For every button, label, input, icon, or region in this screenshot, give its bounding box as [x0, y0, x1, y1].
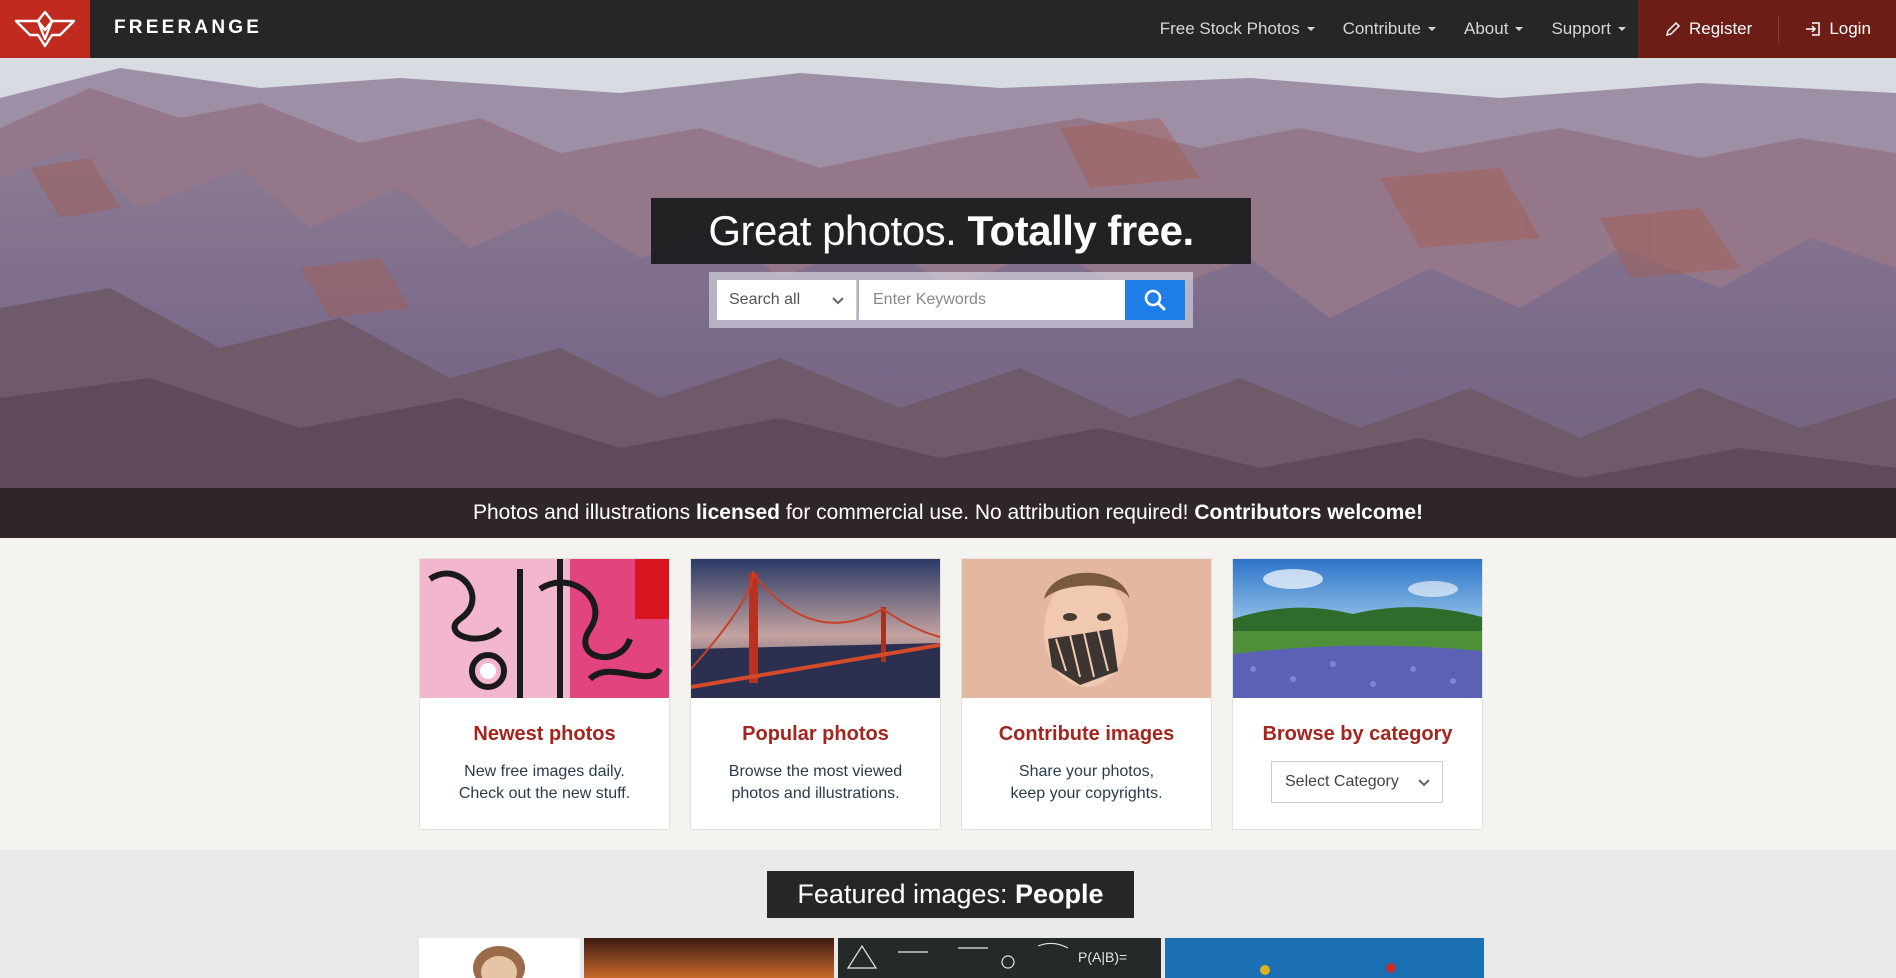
- card-line: keep your copyrights.: [1010, 785, 1163, 802]
- card-newest-photos[interactable]: Newest photos New free images daily. Che…: [419, 558, 670, 830]
- card-title[interactable]: Popular photos: [691, 723, 940, 746]
- headline-bold: Totally free.: [967, 207, 1195, 254]
- field-thumbnail[interactable]: [1233, 559, 1482, 698]
- blue-sky-people-image: [1165, 938, 1484, 978]
- card-browse-by-category[interactable]: Browse by category Select Category: [1232, 558, 1483, 830]
- card-description: Share your photos, keep your copyrights.: [962, 761, 1211, 805]
- account-divider: [1778, 15, 1780, 43]
- card-description: New free images daily. Check out the new…: [420, 761, 669, 805]
- featured-prefix: Featured images:: [797, 879, 1016, 909]
- feature-cards: Newest photos New free images daily. Che…: [419, 558, 1484, 830]
- register-link[interactable]: Register: [1665, 19, 1752, 39]
- svg-text:P(A|B)=: P(A|B)=: [1078, 949, 1127, 965]
- menu-label: Contribute: [1342, 19, 1422, 38]
- featured-image-2[interactable]: [584, 938, 834, 978]
- menu-label: Free Stock Photos: [1159, 19, 1300, 38]
- pencil-icon: [1665, 21, 1681, 37]
- chevron-down-icon: [1418, 779, 1430, 787]
- graffiti-image: [420, 559, 669, 698]
- caret-down-icon: [1306, 27, 1315, 31]
- search-button[interactable]: [1125, 280, 1185, 320]
- menu-label: Support: [1551, 19, 1611, 38]
- hero-headline: Great photos. Totally free.: [651, 198, 1251, 264]
- caret-down-icon: [1618, 27, 1626, 31]
- menu-contribute[interactable]: Contribute: [1342, 19, 1437, 39]
- featured-image-4[interactable]: [1165, 938, 1484, 978]
- card-line: Share your photos,: [1018, 763, 1155, 780]
- register-label: Register: [1689, 19, 1753, 38]
- menu-free-stock-photos[interactable]: Free Stock Photos: [1160, 19, 1315, 39]
- portrait-thumbnail[interactable]: [962, 559, 1211, 698]
- bluebonnet-field-image: [1233, 559, 1482, 698]
- chevron-down-icon: [832, 297, 844, 305]
- caret-down-icon: [1428, 27, 1437, 31]
- graffiti-thumbnail[interactable]: [420, 559, 669, 698]
- card-line: New free images daily.: [464, 763, 625, 780]
- card-title[interactable]: Contribute images: [962, 723, 1211, 746]
- menu-about[interactable]: About: [1464, 19, 1524, 39]
- headline-light: Great photos.: [708, 207, 957, 254]
- logo[interactable]: [0, 0, 90, 58]
- brand-name[interactable]: FREERANGE: [114, 0, 262, 58]
- card-line: Check out the new stuff.: [458, 785, 631, 802]
- sunset-silhouette-image: [584, 938, 834, 978]
- keyword-search-input[interactable]: [859, 280, 1125, 320]
- hero-banner: Great photos. Totally free. Search all P…: [0, 58, 1896, 538]
- tagline-part1: Photos and illustrations: [472, 501, 696, 524]
- featured-image-3[interactable]: P(A|B)=: [838, 938, 1161, 978]
- menu-label: About: [1464, 19, 1509, 38]
- menu-support[interactable]: Support: [1551, 19, 1626, 39]
- card-line: photos and illustrations.: [731, 785, 900, 802]
- tagline-bold1: licensed: [695, 501, 780, 524]
- category-select[interactable]: Select Category: [1271, 761, 1443, 803]
- account-area: Register Login: [1638, 0, 1896, 58]
- tagline-part2: for commercial use. No attribution requi…: [779, 501, 1195, 524]
- card-description: Browse the most viewed photos and illust…: [691, 761, 940, 805]
- card-title[interactable]: Newest photos: [420, 723, 669, 746]
- card-line: Browse the most viewed: [728, 763, 903, 780]
- license-tagline: Photos and illustrations licensed for co…: [0, 488, 1896, 538]
- tagline-bold2: Contributors welcome!: [1194, 501, 1424, 524]
- chalkboard-math-image: P(A|B)=: [838, 938, 1161, 978]
- login-link[interactable]: Login: [1805, 19, 1871, 39]
- search-icon: [1144, 289, 1166, 311]
- card-contribute-images[interactable]: Contribute images Share your photos, kee…: [961, 558, 1212, 830]
- woman-portrait-image: [473, 946, 525, 978]
- freerange-logo-icon: [14, 10, 76, 48]
- category-select-label: Select Category: [1285, 773, 1399, 790]
- featured-heading: Featured images: People: [767, 871, 1134, 918]
- golden-gate-bridge-image: [691, 559, 940, 698]
- featured-topic[interactable]: People: [1015, 879, 1104, 909]
- card-popular-photos[interactable]: Popular photos Browse the most viewed ph…: [690, 558, 941, 830]
- caret-down-icon: [1515, 27, 1524, 31]
- login-icon: [1806, 22, 1821, 36]
- top-navbar: FREERANGE Free Stock Photos Contribute A…: [0, 0, 1896, 58]
- search-scope-select[interactable]: Search all: [717, 280, 857, 320]
- featured-image-1[interactable]: [419, 938, 580, 978]
- main-menu: Free Stock Photos Contribute About Suppo…: [1132, 0, 1626, 58]
- login-label: Login: [1829, 19, 1871, 38]
- search-bar: Search all: [709, 272, 1193, 328]
- card-title[interactable]: Browse by category: [1233, 723, 1482, 746]
- search-scope-label: Search all: [729, 291, 801, 308]
- face-handprint-image: [962, 559, 1211, 698]
- bridge-thumbnail[interactable]: [691, 559, 940, 698]
